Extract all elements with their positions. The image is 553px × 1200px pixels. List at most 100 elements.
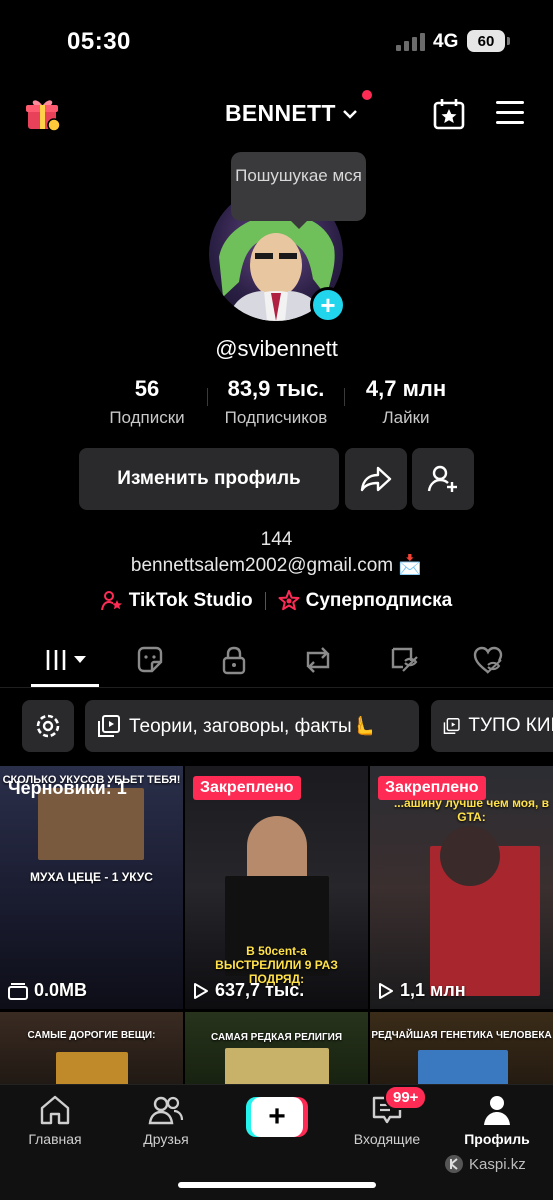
note-tooltip[interactable]: Пошушукае мся [231, 152, 366, 229]
video-caption: РЕДЧАЙШАЯ ГЕНЕТИКА ЧЕЛОВЕКА [371, 1030, 552, 1041]
video-thumbnail[interactable]: САМЫЕ ДОРОГИЕ ВЕЩИ: [0, 1012, 183, 1086]
tiktok-studio-link[interactable]: TikTok Studio [100, 590, 253, 612]
watermark-text: Kaspi.kz [469, 1155, 526, 1173]
nav-profile-label: Профиль [464, 1131, 530, 1147]
likes-count: 4,7 млн [365, 376, 447, 401]
tab-tagged[interactable] [384, 642, 424, 678]
playlist-chip[interactable]: ТУПО КИНО [431, 700, 553, 752]
drafts-label: Черновики: 1 [8, 778, 127, 798]
account-switcher[interactable]: BENNETT [225, 90, 372, 127]
content-tabs [0, 638, 553, 688]
tab-reposts[interactable] [298, 642, 338, 678]
calendar-star-icon[interactable] [432, 97, 466, 131]
watermark: Kaspi.kz [444, 1154, 526, 1174]
tiktok-studio-label: TikTok Studio [128, 590, 253, 611]
status-bar: 05:30 4G 60 [0, 0, 553, 80]
inbox-badge: 99+ [384, 1085, 428, 1110]
followers-stat[interactable]: 83,9 тыс. Подписчиков [214, 376, 338, 428]
following-stat[interactable]: 56 Подписки [95, 376, 199, 428]
share-icon [360, 466, 392, 492]
friends-icon [148, 1096, 184, 1125]
chevron-down-icon [342, 109, 357, 119]
nav-profile[interactable]: Профиль [452, 1093, 542, 1147]
video-image [418, 1050, 508, 1086]
repost-icon [306, 647, 330, 673]
video-views: 637,7 тыс. [193, 980, 304, 1001]
play-icon [194, 982, 208, 999]
subscription-label: Суперподписка [305, 590, 453, 611]
menu-icon[interactable] [496, 101, 524, 125]
video-image [440, 826, 500, 886]
active-tab-indicator [31, 684, 99, 687]
video-thumbnail[interactable]: САМАЯ РЕДКАЯ РЕЛИГИЯ [185, 1012, 368, 1086]
likes-stat[interactable]: 4,7 млн Лайки [352, 376, 460, 428]
video-caption: САМЫЕ ДОРОГИЕ ВЕЩИ: [27, 1030, 156, 1041]
nav-home[interactable]: Главная [10, 1093, 100, 1147]
video-thumbnail[interactable]: Закреплено ...ашину лучше чем моя, в GTA… [370, 766, 553, 1009]
studio-icon [100, 591, 122, 611]
video-thumbnail[interactable]: РЕДЧАЙШАЯ ГЕНЕТИКА ЧЕЛОВЕКА [370, 1012, 553, 1086]
nav-friends-label: Друзья [143, 1131, 189, 1147]
video-grid: СКОЛЬКО УКУСОВ УБЬЕТ ТЕБЯ! Черновики: 1 … [0, 766, 553, 1086]
playlist-icon [98, 715, 120, 737]
gift-icon[interactable] [24, 95, 62, 133]
video-caption: ...ашину лучше чем моя, в GTA: [393, 796, 550, 824]
signal-icon [396, 33, 425, 51]
video-image [225, 1048, 329, 1086]
playlist-icon [443, 718, 460, 734]
kaspi-logo-icon [445, 1155, 463, 1173]
star-badge-icon [278, 590, 300, 611]
video-thumbnail[interactable]: СКОЛЬКО УКУСОВ УБЬЕТ ТЕБЯ! Черновики: 1 … [0, 766, 183, 1009]
tab-private[interactable] [214, 642, 254, 678]
likes-label: Лайки [382, 408, 430, 427]
sticker-icon [137, 646, 163, 673]
playlist-row: Теории, заговоры, факты🫷 ТУПО КИНО [0, 700, 553, 752]
bio-email[interactable]: bennettsalem2002@gmail.com 📩 [0, 553, 553, 579]
views-count: 0.0MB [34, 980, 88, 1000]
add-user-icon [427, 465, 457, 492]
playlist-settings-button[interactable] [22, 700, 74, 752]
create-button[interactable]: + [246, 1097, 308, 1137]
plus-icon: + [251, 1097, 303, 1137]
add-friend-button[interactable] [412, 448, 474, 510]
battery-icon: 60 [467, 30, 510, 52]
nav-inbox-label: Входящие [353, 1131, 421, 1147]
profile-header: BENNETT [0, 90, 553, 140]
nav-home-label: Главная [28, 1131, 82, 1147]
playlist-chip[interactable]: Теории, заговоры, факты🫷 [85, 700, 419, 752]
play-icon [379, 982, 393, 999]
profile-links: TikTok Studio Суперподписка [0, 590, 553, 612]
profile-icon [484, 1096, 510, 1125]
nav-friends[interactable]: Друзья [121, 1093, 211, 1147]
stat-divider [344, 388, 345, 406]
tab-stickers[interactable] [130, 642, 170, 678]
playlist-label: ТУПО КИНО [468, 715, 553, 736]
heart-hidden-icon [473, 646, 503, 674]
video-views: 0.0MB [8, 980, 87, 1001]
bio-line: 144 [260, 529, 293, 550]
followers-label: Подписчиков [224, 408, 328, 427]
playlist-label: Теории, заговоры, факты🫷 [129, 716, 376, 737]
following-label: Подписки [109, 408, 185, 427]
home-icon [40, 1095, 70, 1125]
network-type: 4G [433, 31, 459, 52]
video-thumbnail[interactable]: Закреплено В 50cent-а ВЫСТРЕЛИЛИ 9 РАЗ П… [185, 766, 368, 1009]
video-caption: МУХА ЦЕЦЕ - 1 УКУС [30, 870, 153, 884]
video-views: 1,1 млн [378, 980, 466, 1001]
edit-profile-button[interactable]: Изменить профиль [79, 448, 339, 510]
tab-videos[interactable] [42, 642, 90, 678]
link-divider [264, 592, 266, 610]
home-indicator [178, 1182, 376, 1188]
drafts-icon [8, 982, 28, 1000]
tab-liked[interactable] [468, 642, 508, 678]
followers-count: 83,9 тыс. [227, 376, 325, 401]
grid-icon [46, 650, 86, 670]
status-time: 05:30 [67, 28, 131, 55]
subscription-link[interactable]: Суперподписка [278, 590, 453, 612]
gear-icon [36, 714, 60, 738]
tag-hidden-icon [391, 647, 418, 672]
share-profile-button[interactable] [345, 448, 407, 510]
add-story-button[interactable]: + [310, 287, 346, 323]
header-username: BENNETT [225, 100, 336, 126]
notification-dot [361, 90, 372, 100]
